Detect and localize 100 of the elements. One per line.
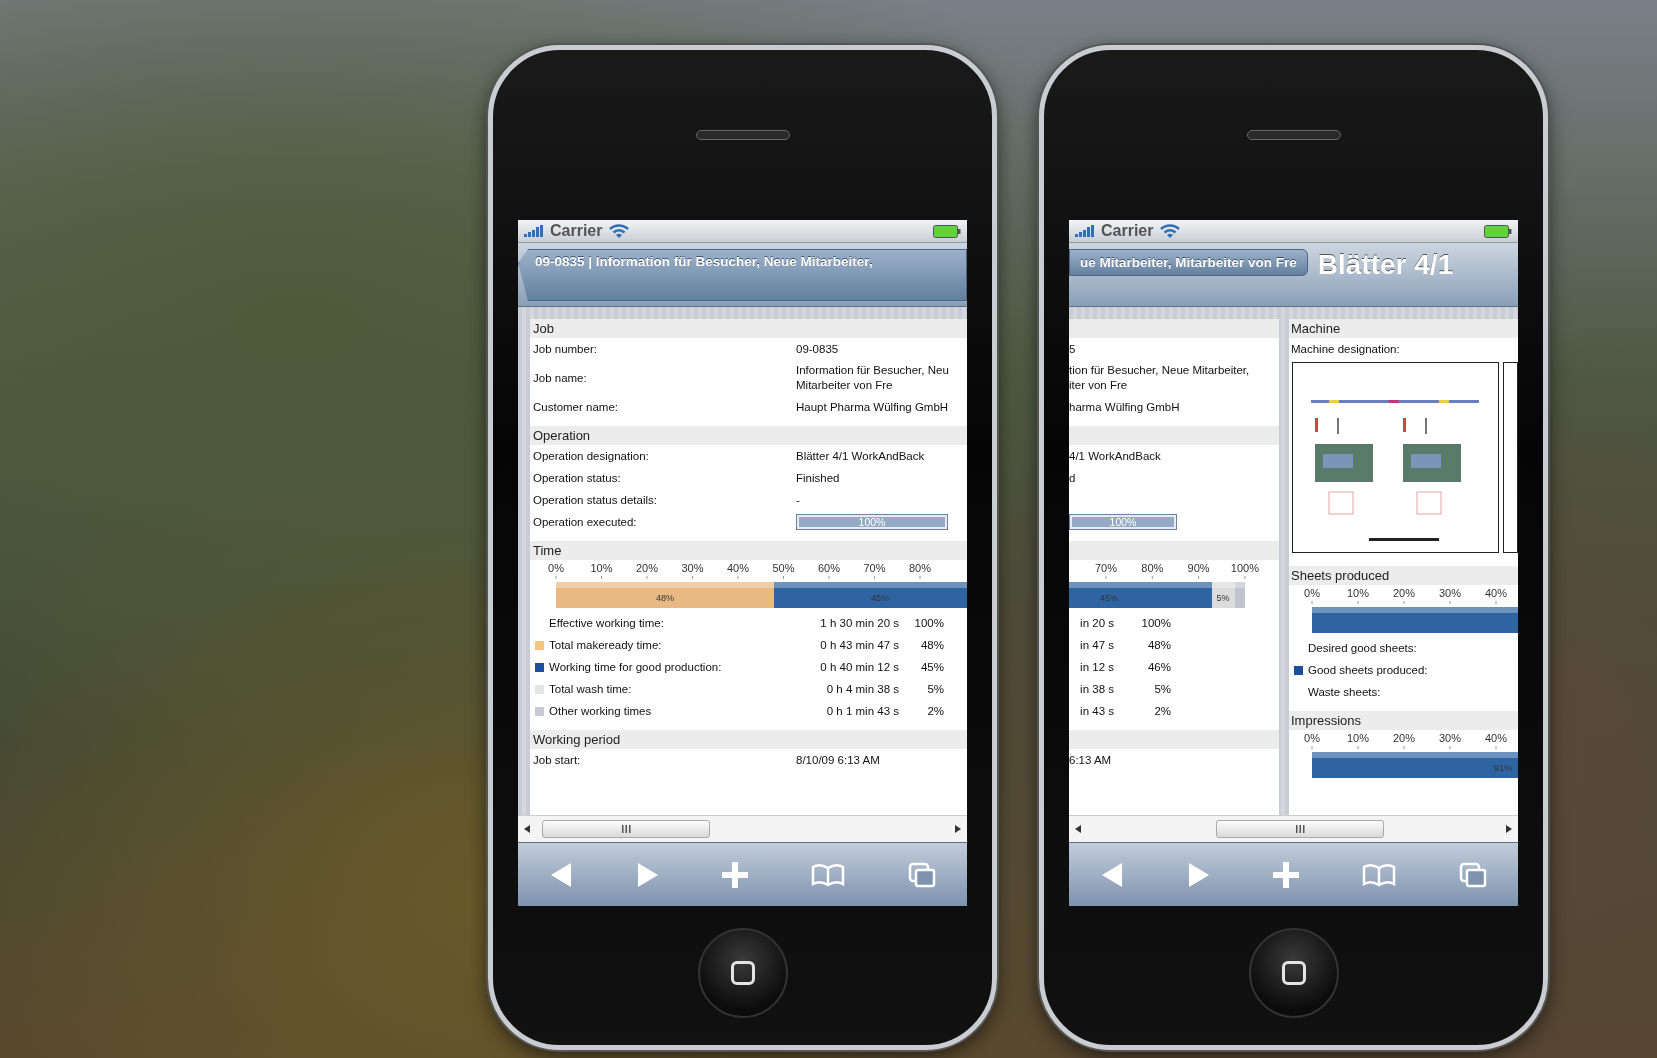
back-icon[interactable] <box>549 861 574 888</box>
axis-tick-label: 20% <box>1393 732 1415 744</box>
axis-tick-label: 90% <box>1187 562 1210 574</box>
field-value: 8/10/09 6:13 AM <box>796 752 880 768</box>
pages-icon[interactable] <box>907 861 936 888</box>
page-title: Blätter 4/1 <box>1317 249 1454 281</box>
axis-tick-label: 10% <box>1347 732 1369 744</box>
percent-value: 2% <box>926 705 944 717</box>
section-header: Time <box>530 541 967 560</box>
scroll-thumb[interactable] <box>542 820 710 838</box>
axis-tick-label: 70% <box>863 562 886 574</box>
scroll-thumb[interactable] <box>1216 820 1384 838</box>
book-icon[interactable] <box>811 862 846 887</box>
field-value: 4/1 WorkAndBack <box>1069 448 1161 464</box>
legend-label: Total wash time: <box>549 683 633 695</box>
field-label: Machine designation: <box>1290 343 1400 355</box>
duration-value: 1 h 30 min 20 s <box>819 617 899 629</box>
axis-tick-label: 20% <box>636 562 658 574</box>
axis-tick-label: 30% <box>681 562 704 574</box>
axis-tick-label: 40% <box>1485 587 1507 599</box>
bar-value-label: 48% <box>656 593 674 603</box>
bar-value-label: 5% <box>1216 593 1230 603</box>
legend-label: Good sheets produced: <box>1308 664 1428 676</box>
progress-reading: 100% <box>857 516 887 528</box>
duration-value: 0 h 43 min 47 s <box>819 639 899 651</box>
back-icon[interactable] <box>1100 861 1125 888</box>
percent-value: 5% <box>1153 683 1171 695</box>
section-header: Job <box>530 319 967 338</box>
back-button[interactable]: ue Mitarbeiter, Mitarbeiter von Fre <box>1069 249 1308 276</box>
duration-value: 0 h 1 min 43 s <box>825 705 899 717</box>
field-value: Blätter 4/1 WorkAndBack <box>796 448 925 464</box>
field-value: 6:13 AM <box>1069 752 1112 768</box>
duration-value: in 47 s <box>1079 639 1114 651</box>
axis-tick-label: 10% <box>590 562 613 574</box>
axis-tick-label: 40% <box>1485 732 1507 744</box>
field-value: d <box>1069 470 1076 486</box>
bar-value-label: 45% <box>871 593 889 603</box>
field-value: 09-0835 <box>796 341 839 357</box>
wifi-icon <box>608 223 631 239</box>
section-header: Impressions <box>1289 711 1518 730</box>
scroll-right-icon[interactable] <box>1506 825 1512 833</box>
book-icon[interactable] <box>1362 862 1397 887</box>
battery-icon <box>933 224 961 238</box>
axis-tick-label: 60% <box>818 562 840 574</box>
field-value: tion für Besucher, Neue Mitarbeiter, iter von Fre <box>1069 363 1250 393</box>
percent-value: 2% <box>1153 705 1171 717</box>
field-label: Operation executed: <box>532 516 638 528</box>
field-label: Customer name: <box>532 401 619 413</box>
bar-value-label: 45% <box>1100 593 1118 603</box>
back-button[interactable]: 09-0835 | Information für Besucher, Neue Mitarbeiter, <box>518 249 967 301</box>
forward-icon[interactable] <box>1186 861 1211 888</box>
axis-tick-label: 70% <box>1095 562 1117 574</box>
field-label: Job number: <box>532 343 598 355</box>
forward-icon[interactable] <box>635 861 660 888</box>
plus-icon[interactable] <box>1273 861 1300 888</box>
section-header: Operation <box>530 426 967 445</box>
field-value: Finished <box>796 470 840 486</box>
legend-label: Waste sheets: <box>1308 686 1381 698</box>
legend-label: Total makeready time: <box>549 639 663 651</box>
wifi-icon <box>1159 223 1182 239</box>
duration-value: in 38 s <box>1079 683 1114 695</box>
pages-icon[interactable] <box>1458 861 1487 888</box>
percent-value: 48% <box>919 639 944 651</box>
signal-icon <box>1075 225 1095 237</box>
axis-tick-label: 40% <box>727 562 749 574</box>
section-header: Sheets produced <box>1289 566 1518 585</box>
field-value: - <box>796 492 800 508</box>
bar-value-label: 91% <box>1494 763 1512 773</box>
axis-tick-label: 0% <box>1304 732 1320 744</box>
signal-icon <box>524 225 544 237</box>
axis-tick-label: 50% <box>772 562 795 574</box>
axis-tick-label: 30% <box>1439 587 1461 599</box>
field-label: Job name: <box>532 372 588 384</box>
percent-value: 100% <box>913 617 944 629</box>
scroll-left-icon[interactable] <box>1075 825 1081 833</box>
scroll-right-icon[interactable] <box>955 825 961 833</box>
field-label: Operation designation: <box>532 450 650 462</box>
legend-label: Working time for good production: <box>549 661 723 673</box>
progress-reading: 100% <box>1108 516 1138 528</box>
scroll-left-icon[interactable] <box>524 825 530 833</box>
legend-label: Effective working time: <box>549 617 665 629</box>
axis-tick-label: 80% <box>1141 562 1164 574</box>
legend-label: Desired good sheets: <box>1308 642 1417 654</box>
carrier-name: Carrier <box>1101 222 1154 240</box>
section-header: Machine <box>1289 319 1518 338</box>
field-label: Job start: <box>532 754 582 766</box>
axis-tick-label: 0% <box>1304 587 1320 599</box>
duration-value: in 43 s <box>1079 705 1114 717</box>
legend-label: Other working times <box>549 705 653 717</box>
field-label: Operation status details: <box>532 494 658 506</box>
duration-value: in 20 s <box>1079 617 1114 629</box>
percent-value: 5% <box>926 683 944 695</box>
plus-icon[interactable] <box>722 861 749 888</box>
rounded-square-icon <box>1281 961 1306 985</box>
percent-value: 100% <box>1140 617 1171 629</box>
axis-tick-label: 20% <box>1393 587 1415 599</box>
percent-value: 45% <box>919 661 944 673</box>
duration-value: 0 h 40 min 12 s <box>819 661 899 673</box>
percent-value: 46% <box>1146 661 1171 673</box>
rounded-square-icon <box>730 961 755 985</box>
